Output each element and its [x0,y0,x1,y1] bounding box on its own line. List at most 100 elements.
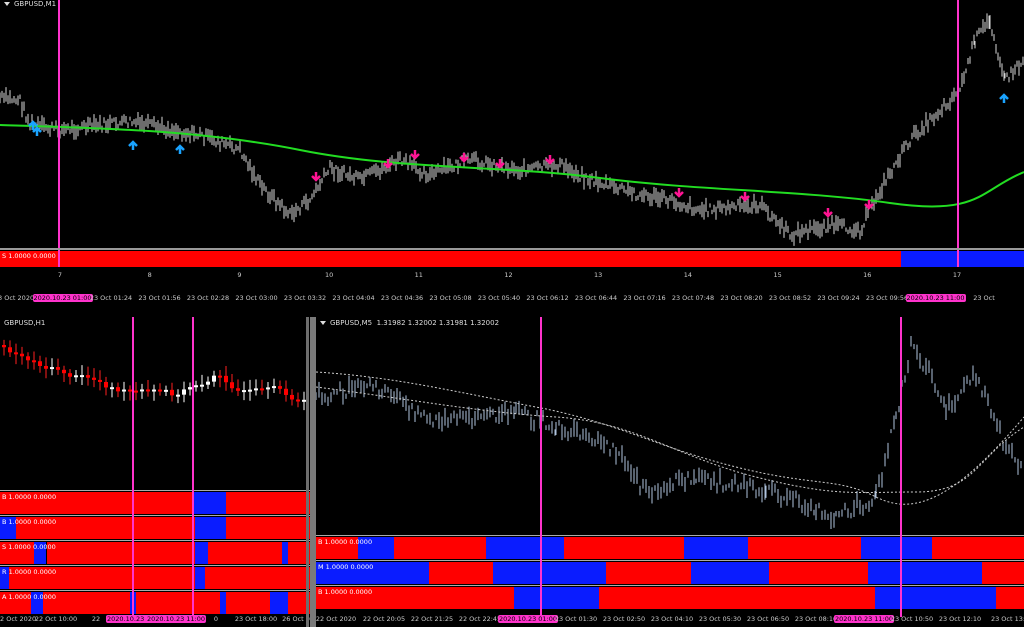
candle-body [278,386,282,389]
candle-body [152,389,156,392]
indicator-segment [691,562,770,584]
indicator-segment [195,567,205,589]
candle-body [236,388,240,391]
candle-body [272,386,276,389]
indicator-strip: B 1.0000 0.0000 [0,517,310,539]
indicator-segment [195,542,208,564]
time-tick-label: 23 Oct 05:08 [429,294,472,302]
top-indicator-strip: S 1.0000 0.0000 [0,251,1024,267]
count-tick-label: 10 [324,271,334,279]
left-chart-window[interactable]: GBPUSD,H1 B 1.0000 0.0000 B 1.0000 0.0000… [0,317,310,627]
time-tick-label: 23 Oct 04:10 [650,615,694,623]
indicator-strip: B 1.0000 0.0000 [0,492,310,514]
indicator-label: B 1.0000 0.0000 [318,538,373,546]
count-tick-label: 15 [773,271,782,279]
cloud-span-b [316,386,1024,494]
time-tick-label: 23 Oct 13: [990,615,1024,623]
indicator-label: B 1.0000 0.0000 [2,493,57,501]
left-session-line-start [132,317,134,617]
session-line-end-lower [957,251,959,267]
sell-arrow-icon [311,172,321,182]
time-tick-label: 22 Oct 20:05 [362,615,406,623]
candle-body [68,373,72,377]
indicator-segment [684,537,748,559]
count-tick-label: 13 [594,271,603,279]
top-price-chart[interactable] [0,0,1024,248]
indicator-segment [769,562,869,584]
top-time-axis: 23 Oct 20202020.10.23 01:0023 Oct 01:24 2… [0,294,1024,304]
time-tick-label: 23 Oct 02:28 [186,294,230,302]
indicator-label: M 1.0000 0.0000 [318,563,374,571]
time-tick-label: 22 [91,615,101,623]
buy-arrow-icon [32,126,42,136]
left-session-line-end [192,317,194,617]
time-tick-label: 23 Oct 03:00 [235,294,278,302]
top-chart-window[interactable]: GBPUSD,M1 S 1.0000 0.0000 7 8 9 10 11 12 13 14 1… [0,0,1024,309]
candle-body [170,389,174,396]
indicator-segment [226,517,310,539]
candle-body [50,367,54,370]
indicator-segment [606,562,692,584]
indicator-segment [995,587,1024,609]
indicator-segment [429,562,493,584]
candle-body [116,387,120,392]
right-session-line-end [900,317,902,617]
candle-body [2,345,6,348]
time-marker-label: 2020.10.23 11:00 [833,615,895,623]
indicator-label: B 1.0000 0.0000 [2,518,57,526]
count-tick-label: 12 [504,271,513,279]
indicator-segment [393,537,486,559]
count-tick-label: 17 [952,271,962,279]
candle-body [254,388,258,391]
time-tick-label: 23 Oct 05:40 [477,294,521,302]
right-chart-window[interactable]: GBPUSD,M5 1.31982 1.32002 1.31981 1.3200… [316,317,1024,627]
candle-body [218,375,222,378]
time-tick-label: 23 Oct 01:30 [554,615,598,623]
buy-arrow-icon [175,144,185,154]
window-gap [0,309,1024,317]
candle-body [44,365,48,369]
indicator-segment [931,537,1024,559]
candle-body [284,388,288,395]
candle-body [224,375,228,383]
indicator-label: S 1.0000 0.0000 [2,543,56,551]
indicator-segment [981,562,1024,584]
window-divider [310,317,316,627]
indicator-segment [485,537,564,559]
time-tick-label: 23 Oct 06:12 [526,294,569,302]
left-window-border [306,317,309,627]
sell-arrow-icon [740,192,750,202]
candle-body [140,389,144,392]
indicator-segment [868,562,982,584]
candle-body [146,389,150,392]
candle-body [92,377,96,380]
indicator-segment [192,492,227,514]
time-tick-label: 23 Oct 03:32 [283,294,327,302]
left-candle-chart[interactable] [0,317,310,489]
top-indicator-label: S 1.0000 0.0000 [2,252,56,260]
indicator-strip: B 1.0000 0.0000 [316,587,1024,609]
time-tick-label: 23 Oct 18:00 [234,615,278,623]
count-axis: 7 8 9 10 11 12 13 14 15 16 17 [0,271,1024,281]
candle-body [134,390,138,393]
session-line-start-lower [58,251,60,267]
sell-arrow-icon [495,159,505,169]
time-tick-label: 23 Oct 06:44 [574,294,618,302]
sell-arrow-icon [545,155,555,165]
candle-body [56,367,60,370]
candle-body [260,388,264,391]
indicator-strip: B 1.0000 0.0000 [316,537,1024,559]
time-tick-label: 23 Oct 09:56 [865,294,909,302]
indicator-strip: R 1.0000 0.0000 [0,567,310,589]
indicator-strip: S 1.0000 0.0000 [0,542,310,564]
count-tick-label: 16 [863,271,872,279]
indicator-segment [269,592,289,614]
candle-body [80,375,84,378]
right-ichimoku-chart[interactable] [316,317,1024,533]
time-tick-label: 23 Oct 01:24 [89,294,133,302]
candle-body [158,389,162,392]
time-tick-label: 23 Oct 2020 [0,294,35,302]
candle-body [290,394,294,400]
candle-body [266,387,270,390]
indicator-label: B 1.0000 0.0000 [318,588,373,596]
